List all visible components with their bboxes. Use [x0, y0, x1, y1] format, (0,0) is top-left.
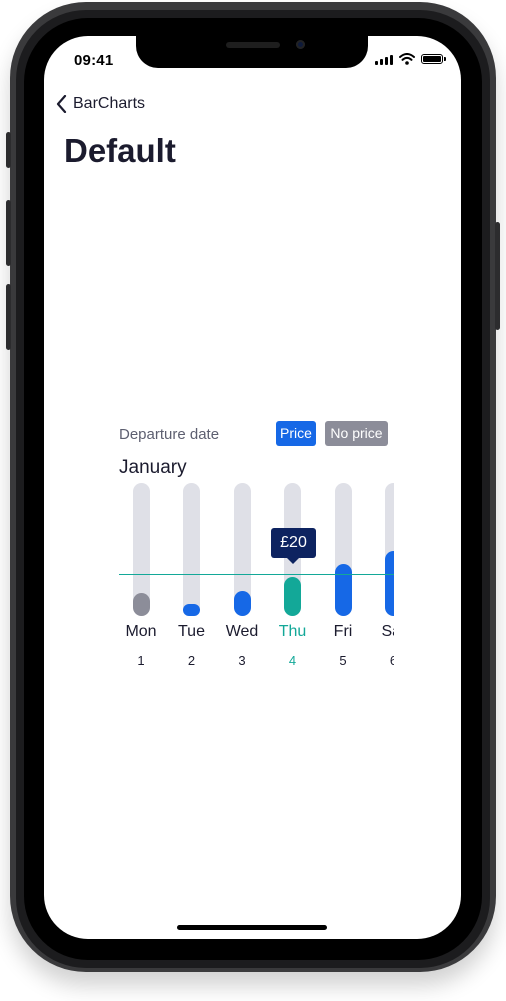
page-title: Default [64, 132, 176, 169]
volume-up-button [6, 200, 11, 266]
mute-switch [6, 132, 11, 168]
volume-down-button [6, 284, 11, 350]
day-label-thu: Thu [278, 623, 307, 640]
day-number-2: 2 [187, 653, 196, 668]
speaker [226, 42, 280, 48]
cellular-signal-icon [375, 54, 393, 65]
back-button[interactable]: BarCharts [56, 95, 145, 113]
chart-header: Departure date Price No price [119, 421, 394, 447]
bar-thu[interactable] [284, 577, 301, 616]
day-label-fri: Fri [333, 623, 353, 640]
day-number-5: 5 [339, 653, 347, 668]
departure-date-label: Departure date [119, 426, 220, 443]
screen: 09:41 BarCharts Default Departure date P… [44, 36, 461, 939]
month-label: January [119, 457, 187, 478]
back-button-label: BarCharts [73, 95, 146, 112]
bar-track-sat[interactable] [385, 483, 394, 616]
day-number-6: 6 [389, 653, 394, 668]
bar-sat[interactable] [385, 551, 394, 616]
bar-track-tue[interactable] [183, 483, 200, 616]
front-camera [296, 40, 305, 49]
day-number-1: 1 [137, 653, 145, 668]
battery-icon [421, 54, 446, 64]
bars-scroll-area[interactable]: £20 Mon 1 Tue 2 Wed 3 Thu 4 Fri 5 Sat 6 [119, 483, 394, 673]
day-label-mon: Mon [125, 623, 157, 640]
status-time: 09:41 [74, 52, 114, 69]
day-number-4: 4 [288, 653, 297, 668]
day-label-wed: Wed [225, 623, 259, 640]
bar-track-fri[interactable] [334, 483, 352, 616]
chevron-left-icon [56, 95, 67, 113]
day-label-tue: Tue [178, 623, 205, 640]
status-icons [375, 53, 446, 65]
price-tooltip: £20 [271, 528, 316, 564]
average-price-line [119, 574, 394, 575]
departure-date-chart: Departure date Price No price January £2… [119, 421, 394, 681]
bar-track-wed[interactable] [233, 483, 251, 616]
wifi-icon [399, 53, 415, 65]
bar-mon[interactable] [132, 593, 150, 616]
day-label-sat: Sat [381, 623, 394, 640]
power-button [495, 222, 500, 330]
price-toggle[interactable]: Price [276, 421, 316, 446]
bar-track-mon[interactable] [132, 483, 150, 616]
home-indicator[interactable] [177, 925, 327, 930]
day-number-3: 3 [238, 653, 246, 668]
bar-wed[interactable] [233, 591, 251, 616]
notch [136, 36, 368, 68]
bar-tue[interactable] [183, 604, 200, 616]
bar-fri[interactable] [334, 564, 352, 616]
no-price-toggle[interactable]: No price [325, 421, 388, 446]
